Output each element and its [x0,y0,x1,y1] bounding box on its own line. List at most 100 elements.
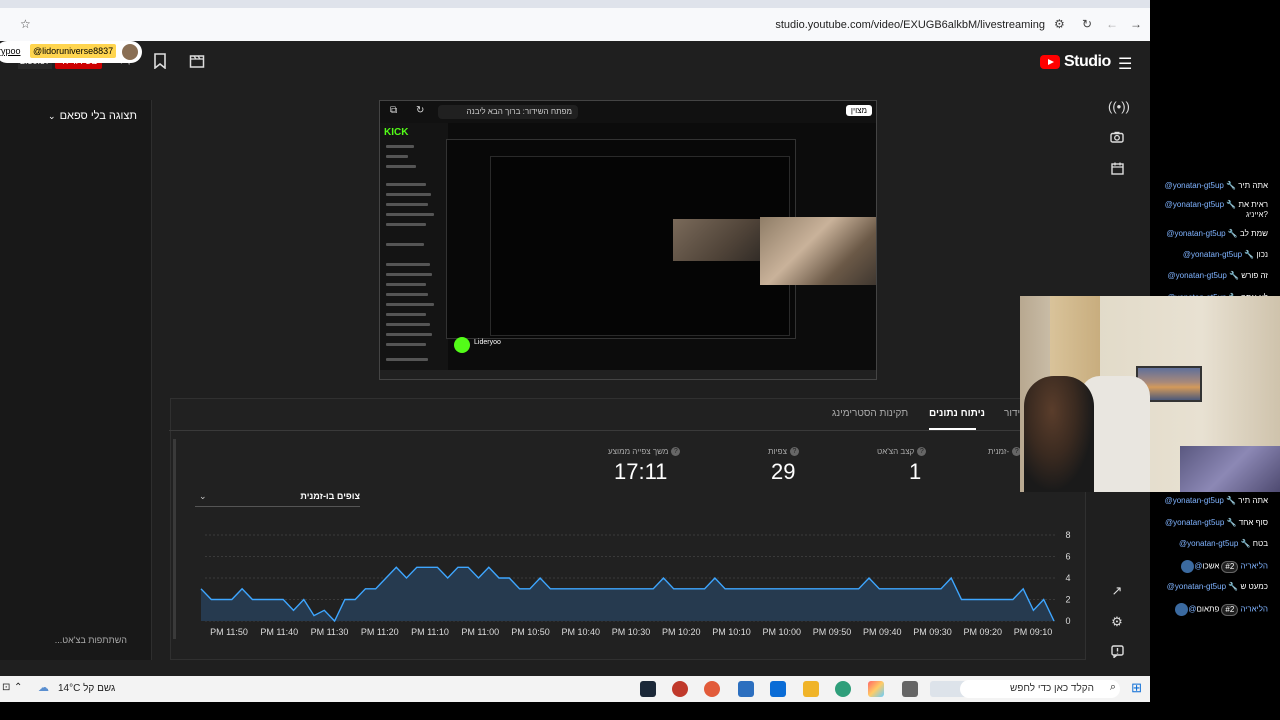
stream-key-title: מפתח השידור: ברוך הבא ליבנה [438,105,578,119]
weather-text[interactable]: 14°C גשם קל [58,683,115,694]
chat-message: @yonatan-gt5up 🔧 ראית את אייניג? [1165,200,1268,220]
tab-analytics[interactable]: ניתוח נתונים [929,408,985,419]
screen-bottom [0,702,1280,720]
stat-value-avg-watch: 17:11 [614,459,668,484]
metric-dropdown[interactable]: ⌄ צופים בו-זמנית [195,489,360,507]
chat-author[interactable]: @yonatan-gt5up [1183,250,1242,259]
tab-broadcast[interactable]: ידור [1004,408,1020,419]
chat-author[interactable]: @yonatan-gt5up [1168,271,1227,280]
edge-icon[interactable] [835,681,851,697]
chat-message: @הליאריה#2פתאום [1172,603,1268,616]
chat-input-field[interactable]: השתתפות בצ'אט... [0,631,140,649]
forward-icon[interactable]: → [1130,17,1142,31]
chrome-icon[interactable] [704,681,720,697]
chat-author[interactable]: @yonatan-gt5up [1179,539,1238,548]
tab-stream-health[interactable]: תקינות הסטרימינג [832,408,908,419]
wrench-icon: 🔧 [1225,229,1241,238]
chat-filter-label: תצוגה בלי ספאם [59,110,137,122]
wrench-icon: 🔧 [1224,200,1239,209]
chat-filter-dropdown[interactable]: תצוגה בלי ספאם ⌄ [48,110,137,122]
chevron-up-icon[interactable]: ⌃ [14,682,22,693]
x-tick-label: PM 09:30 [913,627,952,637]
bookmark-star-icon[interactable]: ☆ [20,17,31,31]
live-broadcast-icon[interactable]: ((•)) [1108,98,1130,116]
stat-label-views: ? צפיות [768,447,799,456]
help-icon[interactable]: ? [671,447,681,456]
task-view-icon[interactable] [902,681,918,697]
search-icon: ⌕ [1109,681,1116,693]
hamburger-menu-icon[interactable]: ☰ [1118,54,1132,74]
youtube-logo-icon [1040,55,1060,69]
wrench-icon: 🔧 [1223,181,1239,190]
browser-tab-strip [0,0,1150,8]
weather-icon[interactable]: ☁ [38,681,49,694]
store-icon[interactable] [868,681,884,697]
windows-taskbar: ⊡ ⌃ ☁ 14°C גשם קל הקלד כאן כדי לחפש ⌕ ⊞ [0,676,1150,702]
mail-icon[interactable] [770,681,786,697]
settings-gear-icon[interactable]: ⚙ [1108,613,1126,631]
wrench-icon: 🔧 [1223,496,1239,505]
site-settings-icon[interactable]: ⚙ [1054,17,1065,31]
y-tick-label: 4 [1065,573,1070,583]
chat-author[interactable]: @yonatan-gt5up [1167,582,1226,591]
chat-message: @yonatan-gt5up 🔧 אתה תיר [1165,181,1268,191]
screen: ☆ studio.youtube.com/video/EXUGB6alkbM/l… [0,0,1280,720]
chat-text: זה פורש [1241,271,1268,280]
chat-text: אתה תיר [1238,181,1268,190]
chat-author[interactable]: @yonatan-gt5up [1165,496,1224,505]
chat-message: @yonatan-gt5up 🔧 נכון [1183,250,1268,260]
youtube-studio-logo[interactable]: Studio [1040,53,1111,71]
clapperboard-icon[interactable] [188,53,206,71]
channel-avatar [454,337,470,353]
active-tab-indicator [929,428,976,430]
stream-preview[interactable]: ⧉ ↻ מפתח השידור: ברוך הבא ליבנה מצוין KI… [379,100,877,380]
reload-icon[interactable]: ↻ [1082,17,1092,31]
preview-toolbar: ⧉ ↻ מפתח השידור: ברוך הבא ליבנה מצוין [380,101,876,123]
network-icon[interactable]: ⊡ [2,682,10,693]
copy-icon[interactable]: ⧉ [390,105,397,116]
browser-address-bar[interactable]: ☆ studio.youtube.com/video/EXUGB6alkbM/l… [0,8,1150,41]
help-icon[interactable]: ? [789,447,799,456]
scrollbar[interactable] [173,439,176,639]
camera-icon[interactable] [1108,130,1126,148]
refresh-icon[interactable]: ↻ [416,105,424,116]
back-icon[interactable]: ← [1106,17,1118,31]
calendar-icon[interactable] [1108,162,1126,180]
open-external-icon[interactable]: ↗ [1108,582,1126,600]
windows-start-icon[interactable]: ⊞ [1131,680,1142,696]
x-tick-label: PM 11:20 [361,627,399,637]
file-explorer-icon[interactable] [803,681,819,697]
url-text[interactable]: studio.youtube.com/video/EXUGB6alkbM/liv… [775,19,1045,31]
x-tick-label: PM 11:40 [260,627,298,637]
live-chat-panel: תצוגה בלי ספאם ⌄ [0,100,152,660]
x-tick-label: PM 10:20 [662,627,701,637]
chat-text: ראית את [1238,200,1268,209]
stat-value-views: 29 [771,459,796,484]
bookmark-icon[interactable] [151,53,169,71]
feedback-icon[interactable] [1108,645,1126,663]
stat-label-concurrent: ? -זמנית [988,447,1022,456]
help-icon[interactable]: ? [917,447,927,456]
chat-author[interactable]: @yonatan-gt5up [1165,518,1224,527]
chat-text: אתה תיר [1238,496,1268,505]
chat-text: פתאום [1196,604,1220,614]
wrench-icon: 🔧 [1226,271,1242,280]
chat-message: @yonatan-gt5up 🔧 אתה תיר [1165,496,1268,506]
avatar [1175,603,1189,616]
obs-icon[interactable] [672,681,688,697]
y-tick-label: 0 [1065,616,1070,626]
pinned-highlight[interactable]: @lidoruniverse8837 [30,44,117,58]
pinned-message[interactable]: rypoo @lidoruniverse8837 [0,41,142,63]
x-tick-label: PM 09:10 [1014,627,1053,637]
discord-icon[interactable] [738,681,754,697]
x-tick-label: PM 10:30 [612,627,651,637]
y-tick-label: 8 [1065,530,1070,540]
studio-header: 2:50:57 בשידור חי ⮪ Studio ☰ [0,41,1150,83]
chevron-down-icon: ⌄ [199,491,207,501]
taskbar-search-input[interactable]: הקלד כאן כדי לחפש [960,680,1120,698]
chat-author[interactable]: @yonatan-gt5up [1166,229,1225,238]
chat-message: @הליאריה#2אשכו [1178,560,1268,573]
steam-icon[interactable] [640,681,656,697]
chat-author[interactable]: @yonatan-gt5up [1165,200,1224,209]
chat-author[interactable]: @yonatan-gt5up [1165,181,1224,190]
